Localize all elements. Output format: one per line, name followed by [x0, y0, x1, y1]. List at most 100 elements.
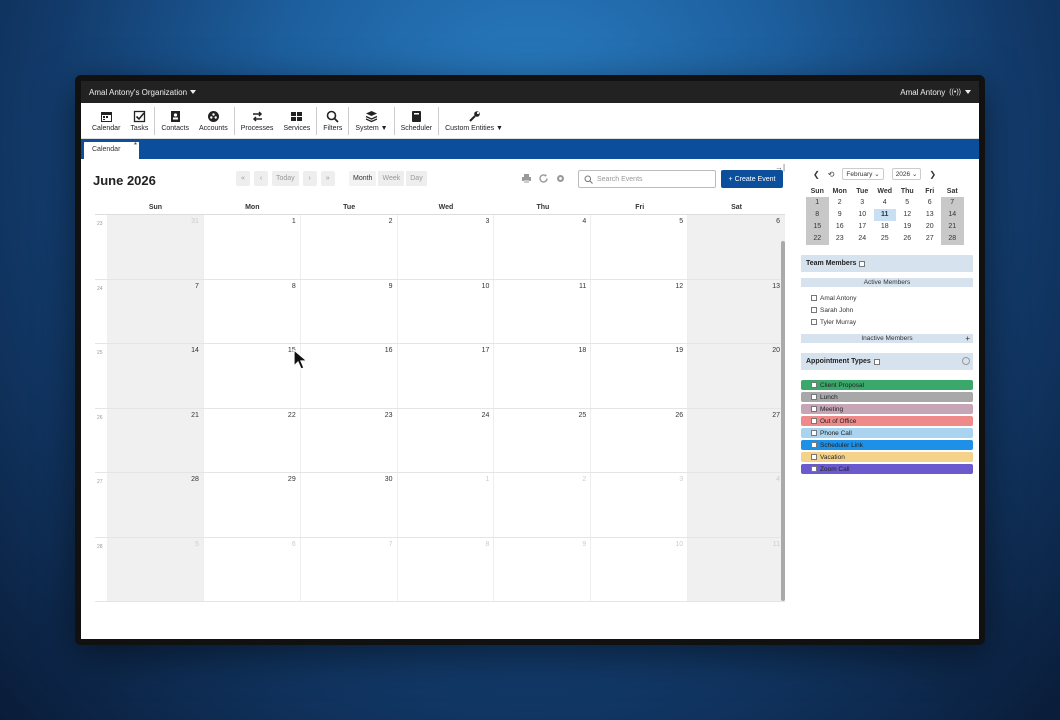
member-checkbox[interactable] [811, 319, 817, 325]
appointment-type-item[interactable]: Phone Call [801, 428, 973, 438]
team-select-all-checkbox[interactable] [859, 260, 866, 267]
appointment-type-checkbox[interactable] [811, 430, 817, 436]
member-checkbox[interactable] [811, 295, 817, 301]
toolbar-system[interactable]: System ▼ [350, 104, 392, 138]
appointment-type-item[interactable]: Out of Office [801, 416, 973, 426]
user-menu[interactable]: Amal Antony ((•)) [900, 88, 971, 97]
create-event-button[interactable]: + Create Event [721, 170, 783, 188]
mini-day[interactable]: 19 [896, 221, 919, 233]
day-cell[interactable]: 6 [688, 215, 786, 279]
day-cell[interactable]: 13 [688, 279, 786, 343]
mini-day[interactable]: 21 [941, 221, 964, 233]
day-cell[interactable]: 22 [204, 408, 301, 472]
expand-icon[interactable]: + [965, 334, 970, 343]
mini-day[interactable]: 27 [919, 233, 942, 245]
day-cell[interactable]: 10 [591, 537, 689, 601]
appointment-type-checkbox[interactable] [811, 442, 817, 448]
collapse-sidebar-icon[interactable]: →| [775, 163, 785, 172]
appointment-type-item[interactable]: Vacation [801, 452, 973, 462]
mini-day[interactable]: 6 [919, 197, 942, 209]
day-cell[interactable]: 9 [494, 537, 592, 601]
day-cell[interactable]: 5 [107, 537, 204, 601]
view-week-button[interactable]: Week [378, 171, 405, 186]
day-cell[interactable]: 3 [591, 473, 689, 537]
day-cell[interactable]: 21 [107, 408, 204, 472]
grid-scrollbar[interactable] [781, 241, 785, 601]
toolbar-services[interactable]: Services [278, 104, 315, 138]
mini-day[interactable]: 22 [806, 233, 829, 245]
gear-icon[interactable] [555, 173, 566, 187]
mini-day[interactable]: 26 [896, 233, 919, 245]
mini-day[interactable]: 15 [806, 221, 829, 233]
member-checkbox[interactable] [811, 307, 817, 313]
day-cell[interactable]: 15 [204, 344, 301, 408]
day-cell[interactable]: 1 [204, 215, 301, 279]
day-cell[interactable]: 17 [398, 344, 495, 408]
day-cell[interactable]: 16 [301, 344, 398, 408]
day-cell[interactable]: 18 [494, 344, 592, 408]
day-cell[interactable]: 24 [398, 408, 495, 472]
appointment-select-all-checkbox[interactable] [873, 358, 880, 365]
member-item[interactable]: Tyler Murray [811, 316, 973, 328]
mini-day[interactable]: 13 [919, 209, 942, 221]
mini-day[interactable]: 4 [874, 197, 897, 209]
search-events-input[interactable]: Search Events [578, 170, 716, 188]
mini-day[interactable]: 10 [851, 209, 874, 221]
day-cell[interactable]: 19 [591, 344, 689, 408]
day-cell[interactable]: 7 [107, 279, 204, 343]
mini-day[interactable]: 25 [874, 233, 897, 245]
day-cell[interactable]: 20 [688, 344, 786, 408]
appointment-type-checkbox[interactable] [811, 394, 817, 400]
refresh-icon[interactable] [538, 173, 549, 187]
mini-day[interactable]: 12 [896, 209, 919, 221]
prev-year-button[interactable]: « [236, 171, 250, 186]
appointment-type-item[interactable]: Scheduler Link [801, 440, 973, 450]
mini-day[interactable]: 11 [873, 209, 896, 221]
mini-day[interactable]: 16 [829, 221, 852, 233]
appointment-type-checkbox[interactable] [811, 382, 817, 388]
org-switcher[interactable]: Amal Antony's Organization [89, 88, 197, 97]
mini-day[interactable]: 28 [941, 233, 964, 245]
today-button[interactable]: Today [272, 171, 299, 186]
day-cell[interactable]: 29 [204, 473, 301, 537]
tab-calendar[interactable]: Calendar * [84, 141, 139, 159]
mini-day[interactable]: 17 [851, 221, 874, 233]
day-cell[interactable]: 3 [398, 215, 495, 279]
appointment-type-checkbox[interactable] [811, 406, 817, 412]
day-cell[interactable]: 2 [494, 473, 592, 537]
appointment-type-item[interactable]: Meeting [801, 404, 973, 414]
day-cell[interactable]: 6 [204, 537, 301, 601]
mini-day[interactable]: 3 [851, 197, 874, 209]
mini-day[interactable]: 14 [941, 209, 964, 221]
day-cell[interactable]: 31 [107, 215, 204, 279]
appointment-types-header[interactable]: Appointment Types [801, 353, 973, 370]
active-members-header[interactable]: Active Members [801, 278, 973, 287]
day-cell[interactable]: 30 [301, 473, 398, 537]
settings-icon[interactable] [962, 357, 970, 365]
day-cell[interactable]: 4 [688, 473, 786, 537]
next-year-button[interactable]: » [320, 171, 335, 186]
toolbar-processes[interactable]: Processes [236, 104, 279, 138]
day-cell[interactable]: 5 [591, 215, 689, 279]
day-cell[interactable]: 7 [301, 537, 398, 601]
toolbar-tasks[interactable]: Tasks [125, 104, 153, 138]
day-cell[interactable]: 1 [398, 473, 495, 537]
mini-day[interactable]: 2 [829, 197, 852, 209]
toolbar-custom-entities[interactable]: Custom Entities ▼ [440, 104, 508, 138]
day-cell[interactable]: 12 [591, 279, 689, 343]
day-cell[interactable]: 11 [688, 537, 786, 601]
mini-day[interactable]: 18 [874, 221, 897, 233]
toolbar-scheduler[interactable]: Scheduler [396, 104, 438, 138]
day-cell[interactable]: 8 [204, 279, 301, 343]
appointment-type-item[interactable]: Client Proposal [801, 380, 973, 390]
toolbar-accounts[interactable]: Accounts [194, 104, 233, 138]
appointment-type-checkbox[interactable] [811, 466, 817, 472]
prev-month-button[interactable]: ‹ [254, 171, 268, 186]
mini-today-icon[interactable]: ⟲ [828, 170, 835, 179]
appointment-type-checkbox[interactable] [811, 454, 817, 460]
mini-day[interactable]: 24 [851, 233, 874, 245]
member-item[interactable]: Amal Antony [811, 292, 973, 304]
inactive-members-header[interactable]: Inactive Members + [801, 334, 973, 343]
day-cell[interactable]: 14 [107, 344, 204, 408]
toolbar-filters[interactable]: Filters [318, 104, 347, 138]
